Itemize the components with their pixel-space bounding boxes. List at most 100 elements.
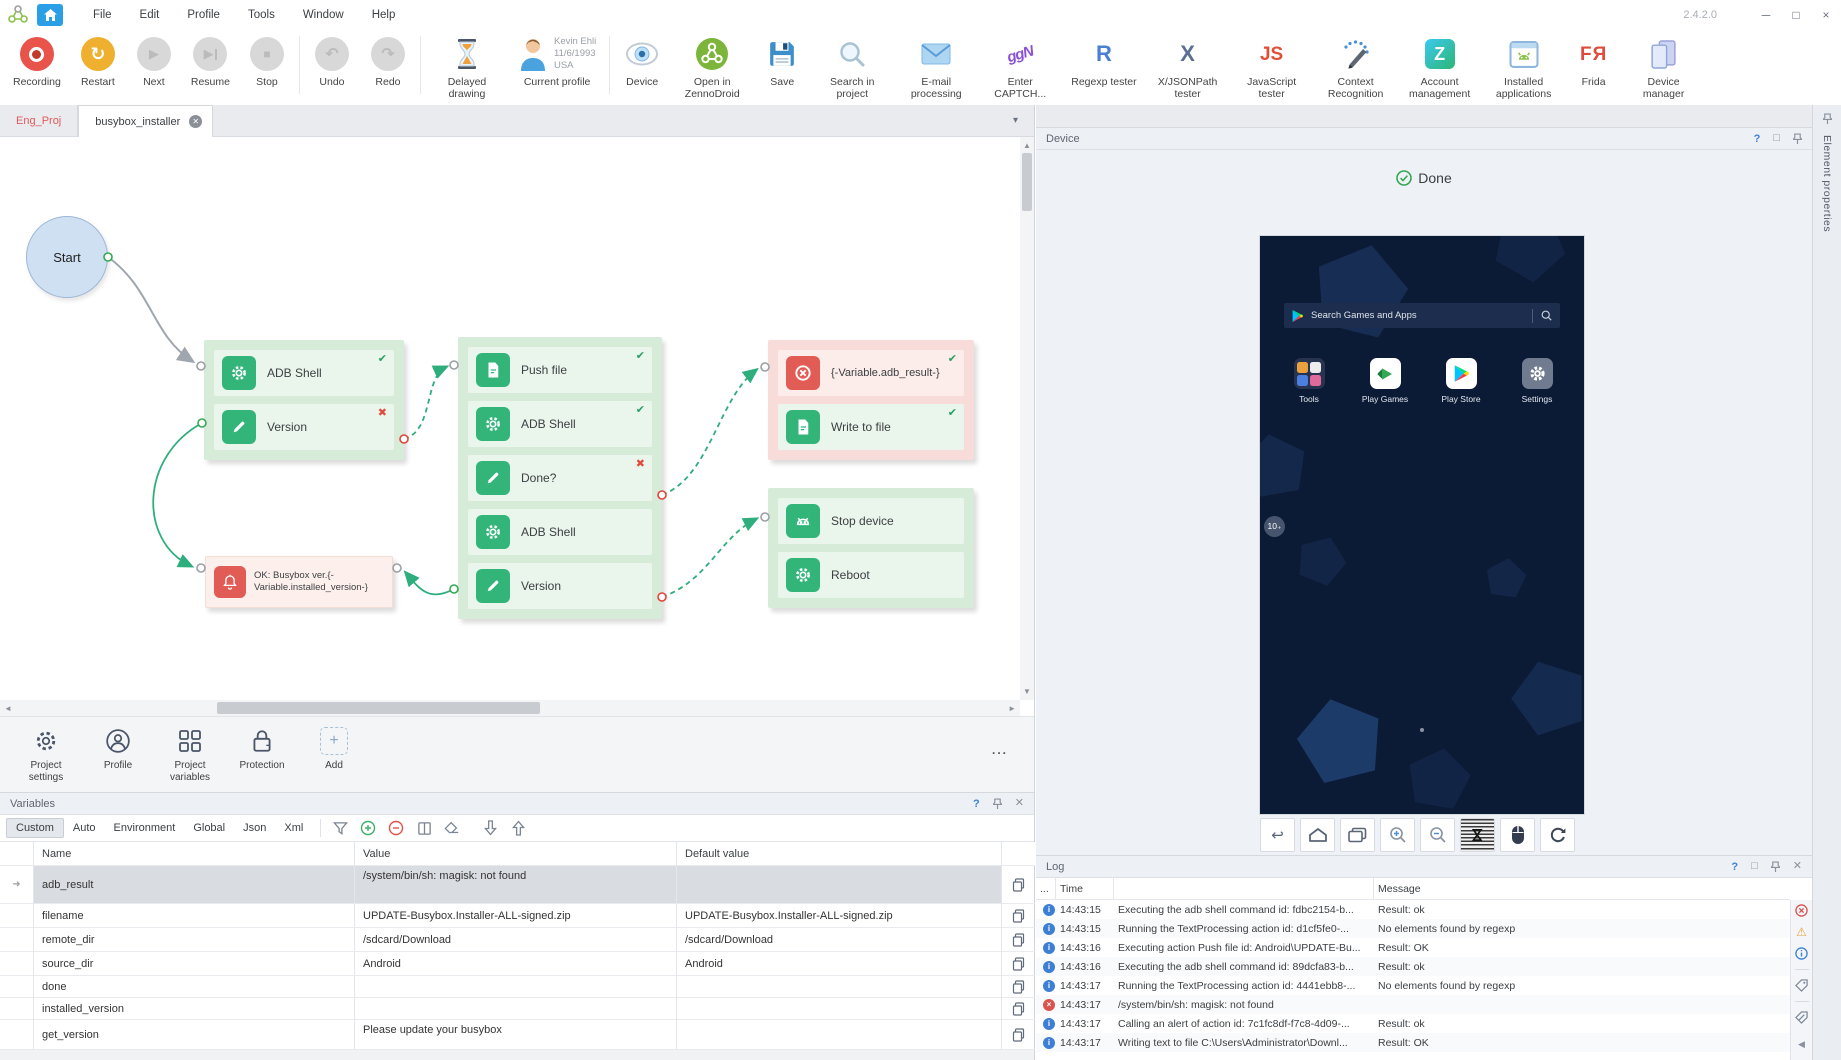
butterfly-mode-button[interactable]: ⋈ — [1460, 818, 1495, 852]
home-button[interactable] — [37, 4, 63, 26]
action-adb-shell[interactable]: ADB Shell — [468, 509, 652, 555]
recording-button[interactable]: Recording — [4, 30, 70, 88]
variable-row-done[interactable]: done — [0, 976, 1034, 998]
search-in-project-button[interactable]: Search in project — [810, 30, 894, 100]
menu-item-help[interactable]: Help — [358, 0, 410, 30]
undo-button[interactable]: ↶ Undo — [304, 30, 360, 88]
copy-button[interactable] — [1002, 952, 1035, 976]
context-recognition-button[interactable]: Context Recognition — [1314, 30, 1398, 100]
minimize-button[interactable]: ─ — [1751, 0, 1781, 30]
regexp-tester-button[interactable]: R Regexp tester — [1062, 30, 1145, 88]
flow-group-2[interactable]: Push file ✔ ADB Shell ✔ Done? ✖ ADB Shel… — [458, 337, 662, 619]
zoom-out-button[interactable] — [1420, 818, 1455, 852]
back-button[interactable]: ↩ — [1260, 818, 1295, 852]
menu-item-tools[interactable]: Tools — [234, 0, 289, 30]
element-properties-strip[interactable]: Element properties — [1812, 105, 1841, 1060]
copy-button[interactable] — [1002, 1020, 1035, 1050]
pin-icon[interactable] — [993, 798, 1002, 810]
tab-auto[interactable]: Auto — [64, 819, 105, 837]
maximize-icon[interactable]: □ — [1773, 133, 1780, 144]
log-row[interactable]: i 14:43:16Executing action Push file id:… — [1036, 938, 1790, 957]
tab-busybox-installer[interactable]: busybox_installer ✕ — [78, 105, 213, 137]
pin-icon[interactable] — [1771, 861, 1780, 873]
javascript-tester-button[interactable]: JS JavaScript tester — [1230, 30, 1314, 100]
stop-button[interactable]: ■ Stop — [239, 30, 295, 88]
variable-row-source-dir[interactable]: source_dir Android Android — [0, 952, 1034, 976]
enter-captcha-button[interactable]: ggN Enter CAPTCH... — [978, 30, 1062, 100]
restart-button[interactable]: ↻ Restart — [70, 30, 126, 88]
variable-row-installed-version[interactable]: installed_version — [0, 998, 1034, 1020]
recents-button[interactable] — [1340, 818, 1375, 852]
filter-button[interactable] — [329, 821, 351, 836]
log-row[interactable]: i 14:43:17Writing text to file C:\Users\… — [1036, 1033, 1790, 1052]
action-done-check[interactable]: Done? ✖ — [468, 455, 652, 501]
help-icon[interactable]: ? — [1754, 133, 1761, 145]
tab-xml[interactable]: Xml — [275, 819, 312, 837]
flow-group-3[interactable]: {-Variable.adb_result-} ✔ Write to file … — [768, 340, 974, 460]
account-management-button[interactable]: Z Account management — [1398, 30, 1482, 100]
menu-item-profile[interactable]: Profile — [173, 0, 234, 30]
hscroll-thumb[interactable] — [217, 702, 540, 714]
tab-close-icon[interactable]: ✕ — [189, 115, 202, 128]
project-settings-button[interactable]: Project settings — [14, 725, 78, 792]
device-screen[interactable]: Search Games and Apps Tools — [1260, 236, 1584, 814]
zoom-in-button[interactable] — [1380, 818, 1415, 852]
variable-row-adb-result[interactable]: ➜ adb_result /system/bin/sh: magisk: not… — [0, 866, 1034, 904]
close-button[interactable]: × — [1811, 0, 1841, 30]
action-reboot[interactable]: Reboot — [778, 552, 964, 598]
protection-button[interactable]: Protection — [230, 725, 294, 792]
next-button[interactable]: ▶ Next — [126, 30, 182, 88]
action-adb-shell[interactable]: ADB Shell ✔ — [468, 401, 652, 447]
profile-button[interactable]: Profile — [86, 725, 150, 792]
canvas-vertical-scrollbar[interactable]: ▲ ▼ — [1020, 137, 1034, 700]
log-row[interactable]: i 14:43:15Running the TextProcessing act… — [1036, 919, 1790, 938]
app-settings[interactable]: Settings — [1506, 358, 1568, 404]
tab-list-caret-icon[interactable]: ▾ — [1013, 115, 1018, 126]
mouse-mode-button[interactable] — [1500, 818, 1535, 852]
flow-group-4[interactable]: Stop device Reboot — [768, 488, 974, 608]
device-manager-button[interactable]: Device manager — [1622, 30, 1706, 100]
flow-alert-node[interactable]: OK: Busybox ver.{-Variable.installed_ver… — [205, 556, 393, 608]
tag-icon[interactable] — [1795, 979, 1808, 992]
copy-button[interactable] — [1002, 904, 1035, 928]
move-up-button[interactable] — [507, 820, 529, 836]
tab-eng-proj[interactable]: Eng_Proj — [0, 105, 78, 136]
variable-row-remote-dir[interactable]: remote_dir /sdcard/Download /sdcard/Down… — [0, 928, 1034, 952]
log-row[interactable]: i 14:43:16Executing the adb shell comman… — [1036, 957, 1790, 976]
warnings-filter-icon[interactable]: ⚠ — [1796, 926, 1807, 938]
app-play-store[interactable]: Play Store — [1430, 358, 1492, 404]
more-actions-button[interactable]: ... — [992, 743, 1008, 757]
canvas-horizontal-scrollbar[interactable]: ◄ ► — [0, 700, 1020, 716]
tab-environment[interactable]: Environment — [105, 819, 185, 837]
log-row[interactable]: i 14:43:15Executing the adb shell comman… — [1036, 900, 1790, 919]
collapse-rail-icon[interactable]: ◀ — [1798, 1039, 1805, 1050]
variable-row-filename[interactable]: filename UPDATE-Busybox.Installer-ALL-si… — [0, 904, 1034, 928]
clear-button[interactable] — [441, 821, 463, 835]
log-row[interactable]: i 14:43:17Calling an alert of action id:… — [1036, 1014, 1790, 1033]
device-search-bar[interactable]: Search Games and Apps — [1284, 303, 1560, 328]
action-stop-device[interactable]: Stop device — [778, 498, 964, 544]
clear-errors-icon[interactable] — [1795, 904, 1808, 917]
delayed-drawing-button[interactable]: Delayed drawing — [425, 30, 509, 100]
open-in-zennodroid-button[interactable]: Open in ZennoDroid — [670, 30, 754, 100]
flow-group-1[interactable]: ADB Shell ✔ Version ✖ — [204, 340, 404, 460]
home-device-button[interactable] — [1300, 818, 1335, 852]
col-time[interactable]: Time — [1056, 878, 1114, 899]
action-adb-result-alert[interactable]: {-Variable.adb_result-} ✔ — [778, 350, 964, 396]
app-tools[interactable]: Tools — [1278, 358, 1340, 404]
xjsonpath-tester-button[interactable]: X X/JSONPath tester — [1146, 30, 1230, 100]
add-action-button[interactable]: + Add — [302, 725, 366, 792]
help-icon[interactable]: ? — [1731, 861, 1738, 873]
redo-button[interactable]: ↷ Redo — [360, 30, 416, 88]
action-adb-shell[interactable]: ADB Shell ✔ — [214, 350, 394, 396]
action-write-to-file[interactable]: Write to file ✔ — [778, 404, 964, 450]
menu-item-window[interactable]: Window — [289, 0, 358, 30]
menu-item-edit[interactable]: Edit — [126, 0, 174, 30]
tab-global[interactable]: Global — [184, 819, 234, 837]
maximize-icon[interactable]: □ — [1751, 861, 1758, 872]
col-default[interactable]: Default value — [677, 842, 1002, 866]
copy-button[interactable] — [1002, 998, 1035, 1020]
action-push-file[interactable]: Push file ✔ — [468, 347, 652, 393]
frida-button[interactable]: FЯ Frida — [1566, 30, 1622, 88]
device-button[interactable]: Device — [614, 30, 670, 88]
